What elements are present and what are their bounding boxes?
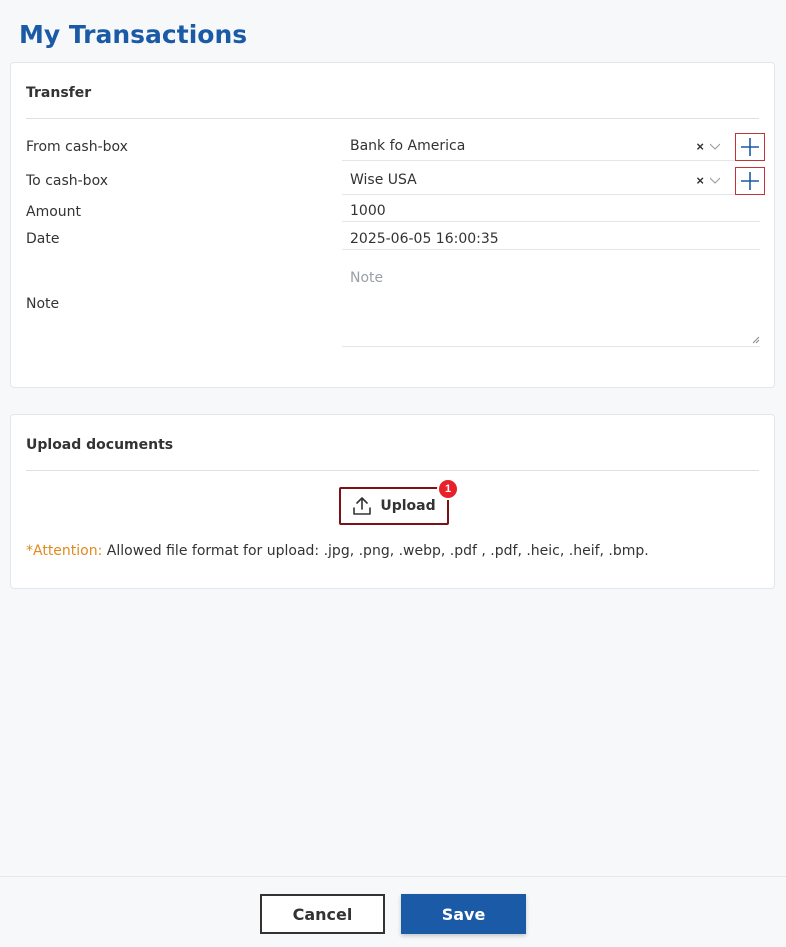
from-cashbox-clear-icon[interactable]: × xyxy=(696,139,704,154)
upload-card-title: Upload documents xyxy=(26,437,174,453)
page-title: My Transactions xyxy=(19,20,248,49)
upload-card: Upload documents Upload 1 *Attention: Al… xyxy=(10,414,775,589)
amount-input[interactable]: 1000 xyxy=(342,195,760,222)
resize-grip-icon[interactable] xyxy=(752,336,760,344)
transfer-card-title: Transfer xyxy=(26,85,92,101)
chevron-down-icon[interactable] xyxy=(710,175,720,185)
from-cashbox-value: Bank fo America xyxy=(350,138,466,154)
to-cashbox-clear-icon[interactable]: × xyxy=(696,173,704,188)
from-cashbox-select[interactable]: Bank fo America × xyxy=(342,133,760,161)
attention-text: Allowed file format for upload: .jpg, .p… xyxy=(102,543,649,559)
date-value: 2025-06-05 16:00:35 xyxy=(350,231,499,247)
upload-button[interactable]: Upload xyxy=(339,487,449,525)
divider xyxy=(26,470,759,471)
add-from-cashbox-button[interactable] xyxy=(735,133,765,161)
to-cashbox-label: To cash-box xyxy=(26,173,108,189)
save-button[interactable]: Save xyxy=(401,894,526,934)
from-cashbox-label: From cash-box xyxy=(26,139,128,155)
divider xyxy=(26,118,759,119)
plus-icon xyxy=(741,138,759,156)
date-input[interactable]: 2025-06-05 16:00:35 xyxy=(342,223,760,250)
plus-icon xyxy=(741,172,759,190)
upload-button-label: Upload xyxy=(380,498,436,514)
footer-bar: Cancel Save xyxy=(0,876,786,947)
upload-icon xyxy=(353,497,372,515)
amount-label: Amount xyxy=(26,204,82,220)
chevron-down-icon[interactable] xyxy=(710,141,720,151)
to-cashbox-value: Wise USA xyxy=(350,172,417,188)
upload-count-badge: 1 xyxy=(437,478,459,500)
attention-note: *Attention: Allowed file format for uplo… xyxy=(26,543,649,559)
cancel-button[interactable]: Cancel xyxy=(260,894,385,934)
date-label: Date xyxy=(26,231,60,247)
note-textarea[interactable]: Note xyxy=(342,263,760,347)
transfer-card: Transfer From cash-box Bank fo America ×… xyxy=(10,62,775,388)
amount-value: 1000 xyxy=(350,203,386,219)
to-cashbox-select[interactable]: Wise USA × xyxy=(342,167,760,195)
note-label: Note xyxy=(26,296,60,312)
attention-prefix: *Attention: xyxy=(26,543,103,559)
add-to-cashbox-button[interactable] xyxy=(735,167,765,195)
note-placeholder: Note xyxy=(350,270,384,286)
